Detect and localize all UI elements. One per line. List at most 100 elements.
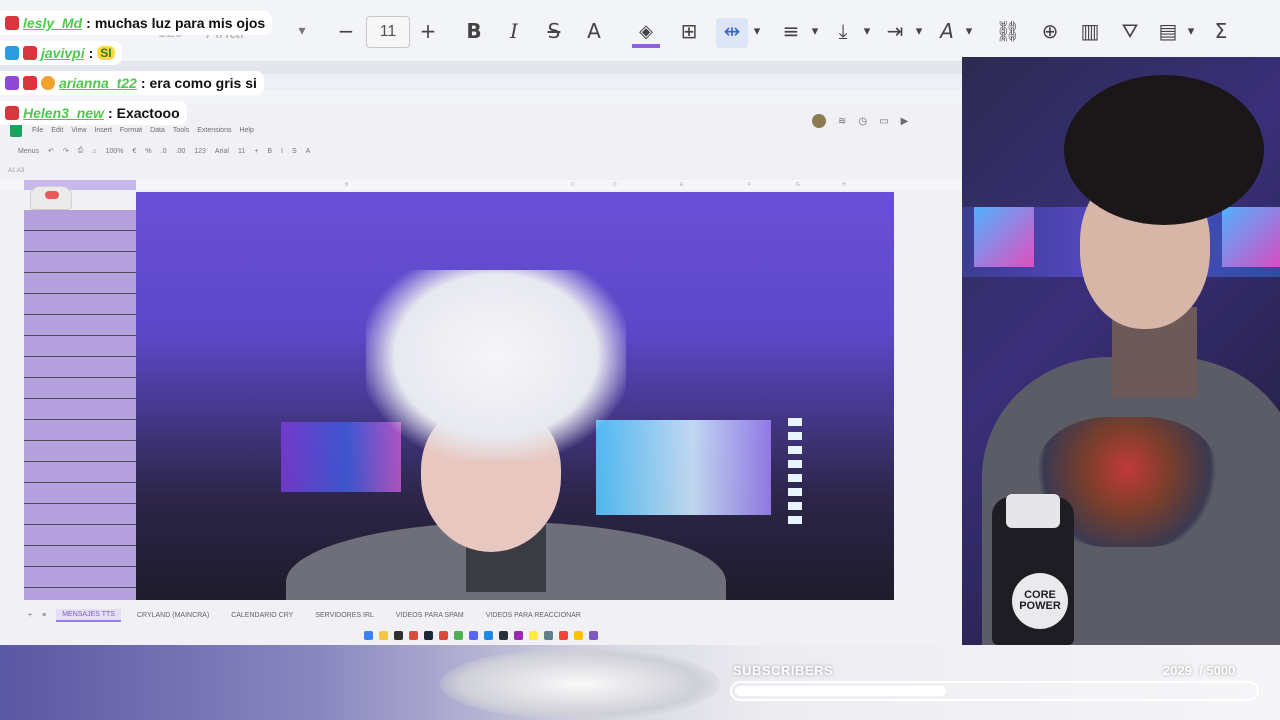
mini-italic-icon[interactable]: I	[281, 148, 283, 155]
meet-icon[interactable]: ▶	[901, 116, 909, 127]
twitch-icon[interactable]	[589, 630, 598, 640]
app-icon[interactable]	[514, 630, 523, 640]
mini-bold-icon[interactable]: B	[267, 148, 272, 155]
app-icon[interactable]	[544, 630, 553, 640]
column-header[interactable]: E	[680, 182, 683, 188]
menu-tools[interactable]: Tools	[173, 127, 189, 134]
valign-dropdown-icon[interactable]: ▾	[858, 14, 876, 48]
italic-icon[interactable]: I	[502, 14, 526, 48]
app-icon[interactable]	[394, 630, 403, 640]
number-format-icon[interactable]: 123	[194, 148, 206, 155]
filter-icon[interactable]: ⛛	[1116, 14, 1144, 48]
bold-icon[interactable]: B	[462, 14, 486, 48]
mini-text-color-icon[interactable]: A	[306, 148, 311, 155]
comment-icon[interactable]: ⊕	[1036, 14, 1064, 48]
comments-icon[interactable]: ▭	[879, 116, 888, 127]
currency-icon[interactable]: €	[133, 148, 137, 155]
font-size-input[interactable]: 11	[366, 16, 410, 48]
history-icon[interactable]: ◷	[858, 116, 867, 127]
menu-file[interactable]: File	[32, 127, 43, 134]
sheet-tab-cryland[interactable]: CRYLAND (MAINCRA)	[131, 610, 215, 621]
text-color-icon[interactable]: A	[582, 14, 606, 48]
chrome-icon[interactable]	[409, 630, 418, 640]
sheet-tab-servidores[interactable]: SERVIDORES IRL	[309, 610, 380, 621]
functions-icon[interactable]: Σ	[1208, 14, 1234, 48]
menu-help[interactable]: Help	[239, 127, 253, 134]
column-header[interactable]: C	[571, 182, 575, 188]
rotation-dropdown-icon[interactable]: ▾	[960, 14, 978, 48]
highlighted-cells-column[interactable]	[24, 210, 136, 600]
merge-dropdown-icon[interactable]: ▾	[748, 14, 766, 48]
print-icon[interactable]: ⎙	[78, 147, 84, 155]
chart-icon[interactable]: ▥	[1076, 14, 1104, 48]
menu-extensions[interactable]: Extensions	[197, 127, 231, 134]
fill-color-icon[interactable]: ◈	[632, 14, 660, 48]
font-dropdown-icon[interactable]: ▾	[290, 14, 314, 48]
app-icon[interactable]	[484, 630, 493, 640]
zoom-select[interactable]: 100%	[106, 148, 124, 155]
webcam-feed: CORE POWER	[962, 57, 1280, 645]
percent-icon[interactable]: %	[145, 148, 151, 155]
strikethrough-icon[interactable]: S	[542, 14, 566, 48]
menu-edit[interactable]: Edit	[51, 127, 63, 134]
sheet-tab-videos-spam[interactable]: VIDEOS PARA SPAM	[390, 610, 470, 621]
app-icon[interactable]	[439, 630, 448, 640]
increase-decimal-icon[interactable]: .00	[176, 148, 186, 155]
menu-format[interactable]: Format	[120, 127, 142, 134]
app-icon[interactable]	[559, 630, 568, 640]
font-size-value[interactable]: 11	[238, 148, 245, 155]
app-icon[interactable]	[529, 630, 538, 640]
explorer-icon[interactable]	[379, 630, 388, 640]
all-sheets-button[interactable]: ≡	[42, 612, 46, 619]
column-header[interactable]: G	[796, 182, 800, 188]
column-header[interactable]: H	[842, 182, 846, 188]
add-sheet-button[interactable]: +	[28, 612, 32, 619]
text-wrap-icon[interactable]: ⇥	[882, 14, 908, 48]
chat-username[interactable]: javivpi	[41, 45, 85, 61]
chat-username[interactable]: arianna_t22	[59, 75, 137, 91]
minus-icon[interactable]: −	[334, 14, 358, 48]
app-icon[interactable]	[454, 630, 463, 640]
vertical-align-icon[interactable]: ⤓	[830, 14, 856, 48]
wrap-dropdown-icon[interactable]: ▾	[910, 14, 928, 48]
menu-data[interactable]: Data	[150, 127, 165, 134]
name-box[interactable]: A1:A3	[0, 164, 962, 178]
app-icon[interactable]	[574, 630, 583, 640]
decrease-decimal-icon[interactable]: .0	[161, 148, 167, 155]
column-header[interactable]: D	[613, 182, 617, 188]
link-icon[interactable]: ⛓	[994, 14, 1022, 48]
start-icon[interactable]	[364, 630, 373, 640]
sheet-tab-mensajes-tts[interactable]: MENSAJES TTS	[56, 608, 121, 622]
column-header[interactable]: F	[748, 182, 751, 188]
borders-icon[interactable]: ⊞	[676, 14, 702, 48]
align-dropdown-icon[interactable]: ▾	[806, 14, 824, 48]
table-view-icon[interactable]: ▤	[1154, 14, 1182, 48]
sheet-tab-calendario[interactable]: CALENDARIO CRY	[225, 610, 299, 621]
avatar[interactable]	[812, 114, 826, 128]
discord-icon[interactable]	[469, 630, 478, 640]
app-icon[interactable]	[499, 630, 508, 640]
cell-logo-image[interactable]	[30, 186, 72, 210]
sheet-tab-videos-reaccionar[interactable]: VIDEOS PARA REACCIONAR	[480, 610, 587, 621]
blurred-hair-foreground	[440, 648, 720, 720]
text-rotation-icon[interactable]: A	[934, 14, 960, 48]
activity-icon[interactable]: ≋	[838, 116, 846, 127]
chat-username[interactable]: lesly_Md	[23, 15, 82, 31]
menu-view[interactable]: View	[71, 127, 86, 134]
mini-strike-icon[interactable]: S	[292, 148, 297, 155]
chat-username[interactable]: Helen3_new	[23, 105, 104, 121]
table-dropdown-icon[interactable]: ▾	[1182, 14, 1200, 48]
steam-icon[interactable]	[424, 630, 433, 640]
menu-insert[interactable]: Insert	[94, 127, 112, 134]
plus-icon[interactable]: +	[416, 14, 440, 48]
paint-format-icon[interactable]: ⌂	[92, 148, 96, 155]
menus-search[interactable]: Menus	[18, 148, 39, 155]
embedded-video-frame[interactable]	[136, 192, 894, 600]
undo-icon[interactable]: ↶	[48, 147, 54, 155]
column-header[interactable]: B	[345, 182, 348, 188]
font-size-plus-icon[interactable]: +	[254, 148, 258, 155]
font-select[interactable]: Arial	[215, 148, 229, 155]
horizontal-align-icon[interactable]: ≡	[778, 14, 804, 48]
redo-icon[interactable]: ↷	[63, 147, 69, 155]
merge-cells-icon[interactable]: ⇹	[718, 14, 746, 48]
